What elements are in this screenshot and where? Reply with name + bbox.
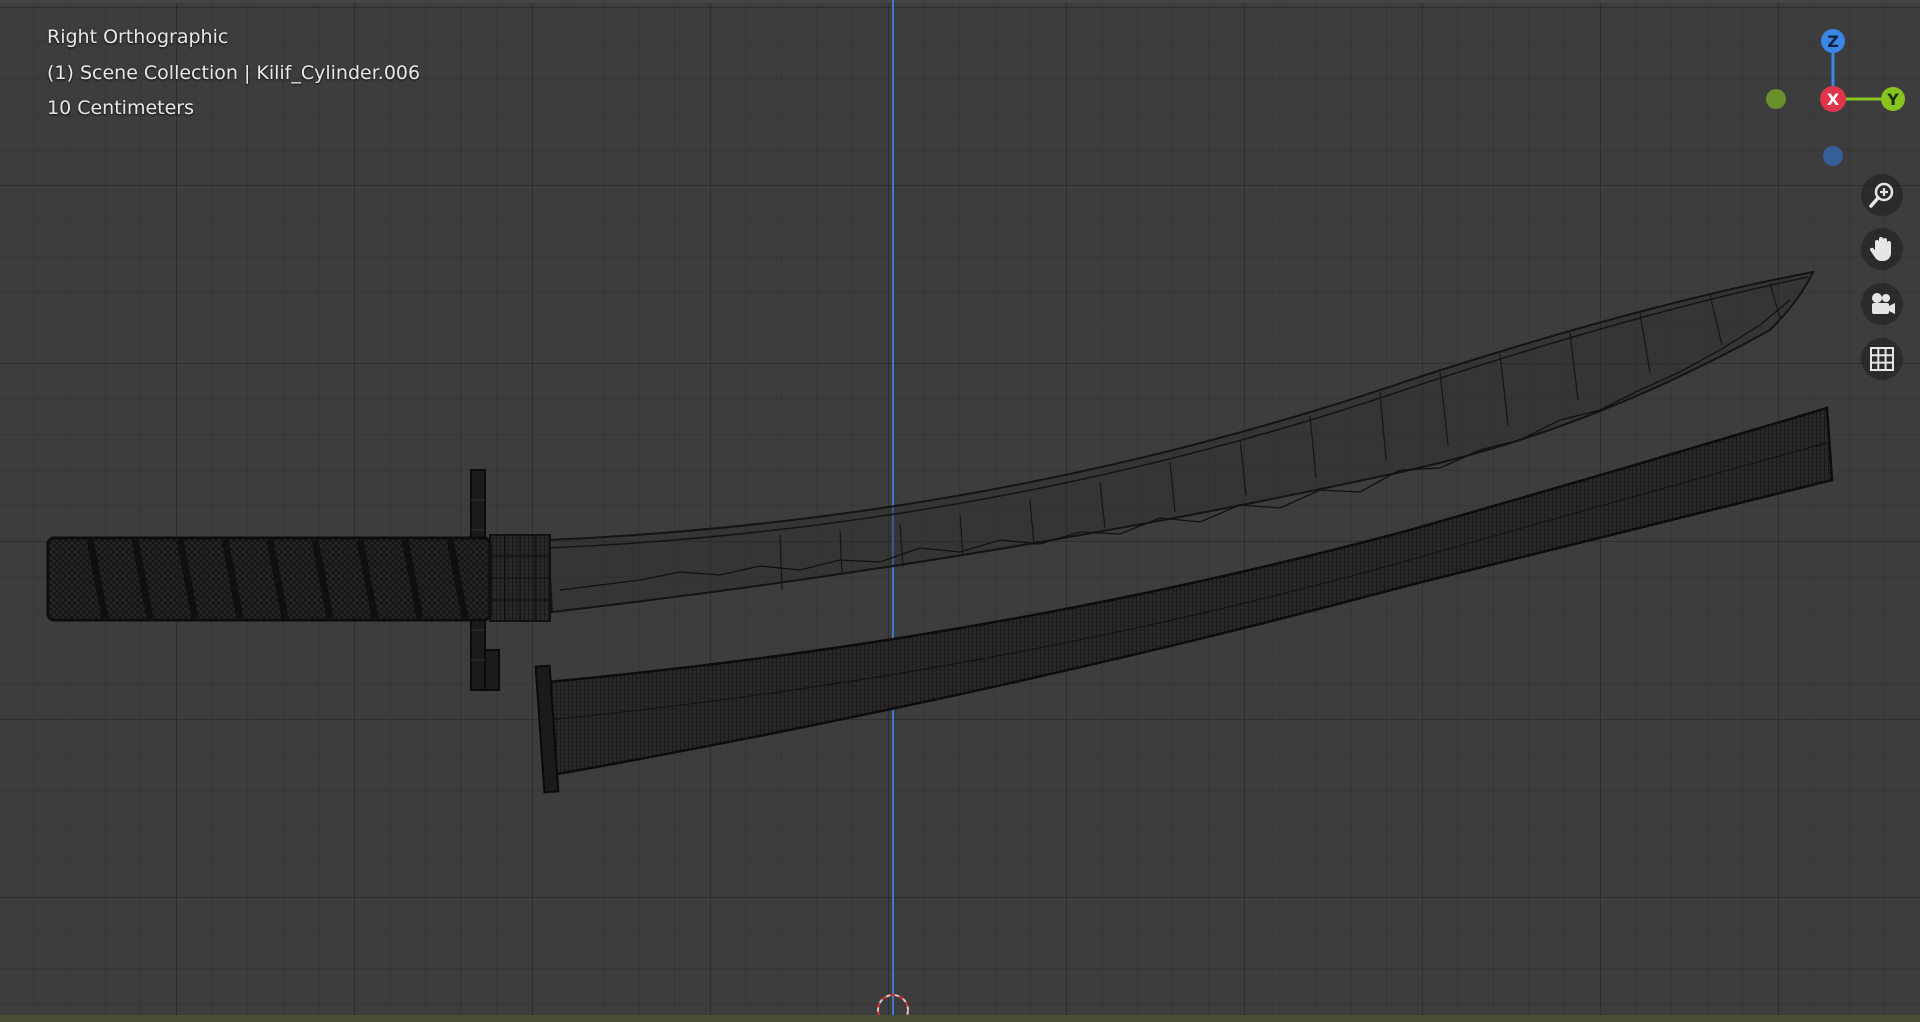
grid-icon [1870,347,1894,371]
hand-icon [1869,237,1891,261]
camera-icon [1872,293,1895,314]
zoom-button[interactable] [1861,174,1903,216]
svg-text:Z: Z [1827,32,1839,51]
navigation-gizmo[interactable]: Z X Y [1755,20,1915,170]
katana-habaki[interactable] [489,534,551,622]
katana-blade[interactable] [546,270,1815,614]
gizmo-neg-y-handle[interactable] [1766,89,1786,109]
gizmo-y-handle[interactable]: Y [1881,87,1905,111]
grid-scale-label: 10 Centimeters [47,97,194,119]
svg-text:Y: Y [1886,90,1899,109]
gizmo-x-handle[interactable]: X [1820,86,1846,112]
view-name-label: Right Orthographic [47,26,229,48]
gizmo-neg-z-handle[interactable] [1823,146,1843,166]
wireframe-scene[interactable] [0,0,1920,1022]
gizmo-z-handle[interactable]: Z [1821,29,1845,53]
camera-view-button[interactable] [1861,283,1903,325]
collection-info-label: (1) Scene Collection | Kilif_Cylinder.00… [47,62,421,84]
zoom-in-icon [1869,182,1894,208]
ortho-toggle-button[interactable] [1861,338,1903,380]
pan-button[interactable] [1861,228,1903,270]
status-strip [0,1015,1920,1022]
svg-text:X: X [1827,90,1840,109]
katana-handle[interactable] [46,536,492,622]
